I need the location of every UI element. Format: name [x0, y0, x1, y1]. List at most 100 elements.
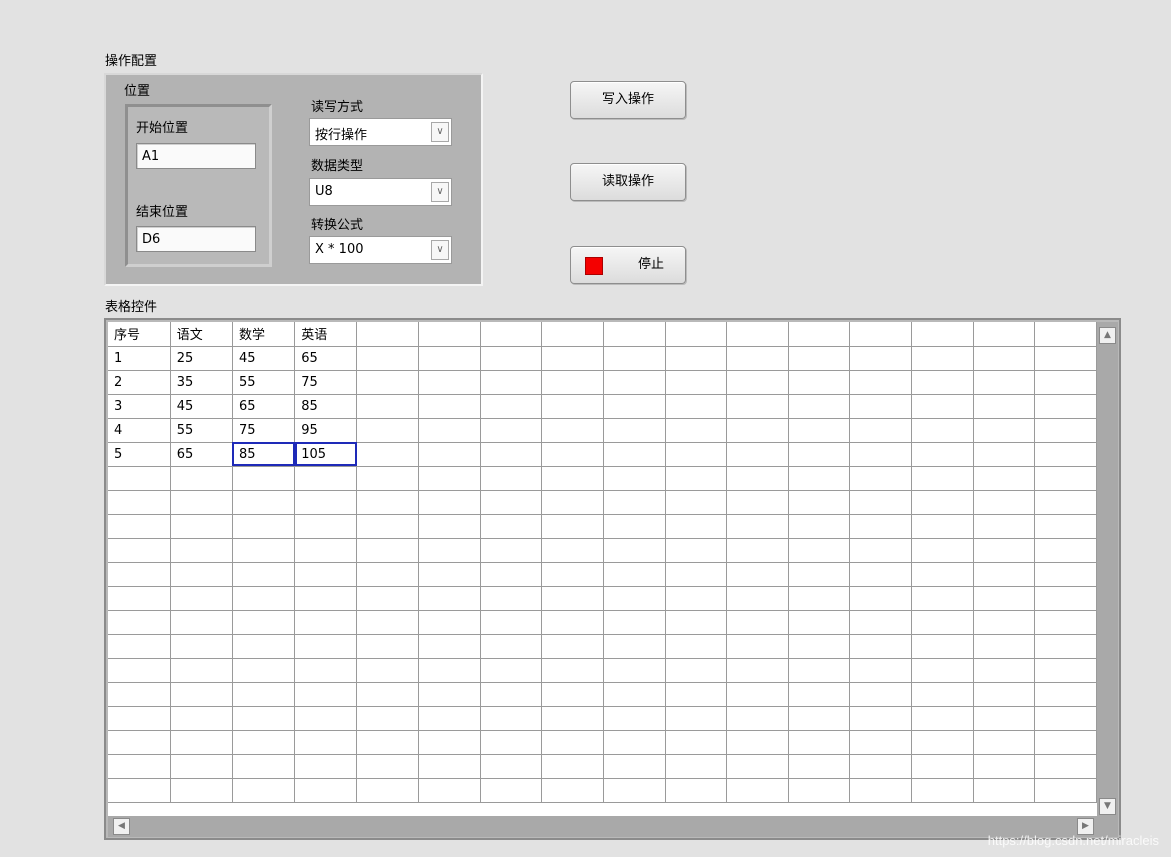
scroll-down-icon[interactable]: ▼ — [1099, 798, 1116, 815]
table-cell[interactable] — [788, 658, 851, 683]
table-cell[interactable] — [480, 322, 543, 347]
table-cell[interactable] — [788, 346, 851, 371]
table-cell[interactable] — [726, 706, 789, 731]
table-cell[interactable]: 85 — [232, 442, 296, 467]
table-cell[interactable] — [788, 466, 851, 491]
horizontal-scrollbar[interactable]: ◀ ▶ — [108, 816, 1097, 837]
vertical-scrollbar[interactable]: ▲ ▼ — [1097, 322, 1118, 816]
table-cell[interactable]: 语文 — [170, 322, 233, 347]
table-cell[interactable] — [603, 706, 666, 731]
write-button[interactable]: 写入操作 — [570, 81, 686, 119]
table-cell[interactable] — [170, 610, 233, 635]
table-cell[interactable] — [480, 754, 543, 779]
scroll-up-icon[interactable]: ▲ — [1099, 327, 1116, 344]
table-cell[interactable] — [726, 370, 789, 395]
table-cell[interactable] — [1034, 418, 1097, 443]
table-cell[interactable] — [1034, 634, 1097, 659]
table-cell[interactable]: 105 — [294, 442, 358, 467]
table-cell[interactable] — [294, 730, 358, 755]
table-cell[interactable] — [849, 490, 912, 515]
table-cell[interactable] — [726, 322, 789, 347]
table-cell[interactable] — [480, 778, 543, 803]
table-cell[interactable] — [232, 706, 296, 731]
table-cell[interactable] — [294, 466, 358, 491]
table-cell[interactable] — [788, 586, 851, 611]
table-cell[interactable] — [170, 658, 233, 683]
table-cell[interactable] — [603, 466, 666, 491]
table-cell[interactable] — [665, 346, 728, 371]
table-cell[interactable]: 25 — [170, 346, 233, 371]
table-cell[interactable] — [108, 658, 171, 683]
table-cell[interactable] — [726, 658, 789, 683]
table-cell[interactable] — [849, 682, 912, 707]
table-cell[interactable] — [418, 538, 481, 563]
table-cell[interactable] — [973, 442, 1036, 467]
table-cell[interactable] — [1034, 562, 1097, 587]
table-cell[interactable] — [973, 418, 1036, 443]
table-cell[interactable] — [108, 490, 171, 515]
table-cell[interactable] — [480, 706, 543, 731]
table-cell[interactable] — [418, 658, 481, 683]
table-cell[interactable]: 3 — [108, 394, 171, 419]
table-cell[interactable] — [603, 682, 666, 707]
table-cell[interactable] — [665, 610, 728, 635]
table-cell[interactable] — [170, 514, 233, 539]
table-cell[interactable] — [726, 562, 789, 587]
table-cell[interactable] — [665, 730, 728, 755]
table-cell[interactable] — [418, 370, 481, 395]
table-cell[interactable] — [603, 730, 666, 755]
table-cell[interactable] — [911, 442, 974, 467]
table-cell[interactable] — [232, 514, 296, 539]
data-type-dropdown[interactable]: U8 ∨ — [309, 178, 452, 206]
table-cell[interactable] — [480, 490, 543, 515]
table-cell[interactable] — [788, 706, 851, 731]
table-cell[interactable] — [849, 418, 912, 443]
table-cell[interactable] — [973, 682, 1036, 707]
table-cell[interactable]: 65 — [232, 394, 296, 419]
table-cell[interactable] — [170, 586, 233, 611]
table-cell[interactable] — [541, 490, 604, 515]
table-cell[interactable] — [726, 466, 789, 491]
table-cell[interactable]: 数学 — [232, 322, 296, 347]
table-cell[interactable] — [911, 682, 974, 707]
table-cell[interactable] — [232, 730, 296, 755]
table-cell[interactable] — [541, 322, 604, 347]
table-cell[interactable] — [232, 778, 296, 803]
stop-button[interactable]: 停止 — [570, 246, 686, 284]
table-cell[interactable] — [973, 562, 1036, 587]
table-cell[interactable] — [356, 634, 420, 659]
table-cell[interactable]: 55 — [232, 370, 296, 395]
table-cell[interactable] — [232, 538, 296, 563]
table-cell[interactable] — [170, 706, 233, 731]
table-cell[interactable] — [1034, 778, 1097, 803]
table-cell[interactable] — [911, 418, 974, 443]
table-cell[interactable] — [603, 346, 666, 371]
table-cell[interactable] — [232, 586, 296, 611]
table-cell[interactable] — [665, 466, 728, 491]
table-cell[interactable] — [665, 778, 728, 803]
table-cell[interactable] — [356, 466, 420, 491]
table-cell[interactable]: 1 — [108, 346, 171, 371]
table-cell[interactable] — [294, 754, 358, 779]
scroll-left-icon[interactable]: ◀ — [113, 818, 130, 835]
table-cell[interactable] — [108, 730, 171, 755]
table-cell[interactable] — [418, 322, 481, 347]
table-cell[interactable] — [480, 610, 543, 635]
table-cell[interactable] — [665, 658, 728, 683]
table-cell[interactable] — [108, 682, 171, 707]
table-cell[interactable]: 序号 — [108, 322, 171, 347]
table-cell[interactable] — [788, 634, 851, 659]
table-cell[interactable] — [665, 370, 728, 395]
table-cell[interactable] — [356, 442, 420, 467]
table-cell[interactable] — [356, 490, 420, 515]
table-cell[interactable] — [603, 322, 666, 347]
table-cell[interactable] — [108, 586, 171, 611]
table-cell[interactable] — [541, 706, 604, 731]
table-cell[interactable] — [911, 730, 974, 755]
table-cell[interactable] — [480, 658, 543, 683]
table-cell[interactable] — [418, 490, 481, 515]
table-cell[interactable] — [788, 730, 851, 755]
table-cell[interactable] — [665, 562, 728, 587]
table-cell[interactable] — [788, 754, 851, 779]
table-cell[interactable] — [665, 754, 728, 779]
